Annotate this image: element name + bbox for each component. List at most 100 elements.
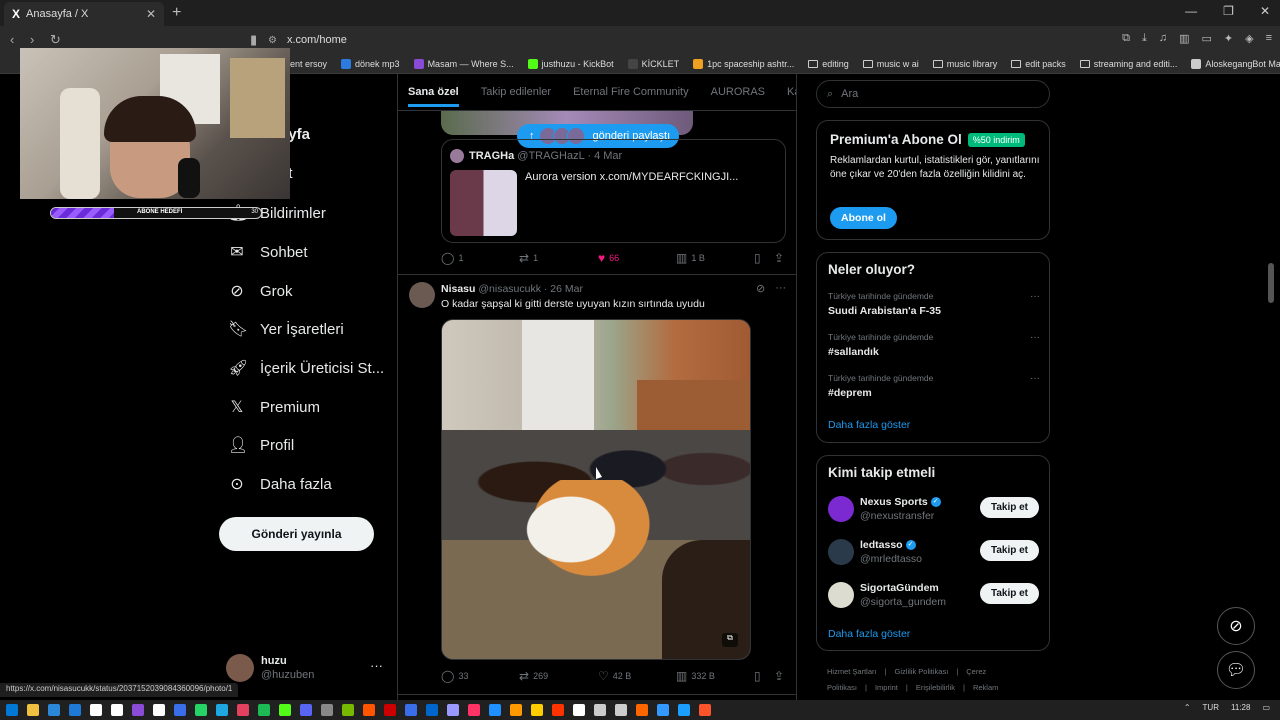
trend-item[interactable]: Türkiye tarihinde gündemde #deprem ··· (828, 373, 1040, 399)
close-window-button[interactable]: ✕ (1260, 4, 1270, 18)
vpn-icon[interactable]: ◈ (1245, 32, 1253, 45)
downloads-icon[interactable]: ⤓ (1142, 32, 1147, 45)
reply-button[interactable]: ◯ 1 (441, 251, 463, 265)
tab-3[interactable]: AURORAS (711, 86, 765, 98)
repost-button[interactable]: ⇄ 1 (519, 251, 538, 265)
tab-0[interactable]: Sana özel (408, 77, 459, 107)
taskbar-app-icon[interactable] (384, 704, 396, 716)
nav-item-i-erik-reticisi-st-[interactable]: 🚀︎ İçerik Üreticisi St... (228, 358, 384, 378)
messages-fab[interactable]: 💬︎ (1217, 651, 1255, 689)
bookmark-item[interactable]: KİCKLET (627, 58, 679, 69)
taskbar-app-icon[interactable] (216, 704, 228, 716)
leo-icon[interactable]: ✦ (1224, 32, 1233, 45)
minimize-button[interactable]: — (1185, 4, 1197, 18)
like-button[interactable]: ♡ 42 B (598, 669, 631, 683)
start-icon[interactable] (6, 704, 18, 716)
taskbar-app-icon[interactable] (111, 704, 123, 716)
like-button[interactable]: ♥ 66 (598, 251, 619, 265)
follow-button[interactable]: Takip et (980, 497, 1039, 518)
tab-2[interactable]: Eternal Fire Community (573, 86, 689, 98)
tweet-author-handle[interactable]: @nisasucukk (478, 283, 541, 295)
taskbar-app-icon[interactable] (699, 704, 711, 716)
taskbar-app-icon[interactable] (153, 704, 165, 716)
trends-show-more[interactable]: Daha fazla göster (828, 419, 910, 431)
taskbar-app-icon[interactable] (342, 704, 354, 716)
site-info-icon[interactable]: ⚙ (268, 35, 277, 46)
more-icon[interactable]: ··· (1030, 291, 1040, 302)
trend-item[interactable]: Türkiye tarihinde gündemde #sallandık ··· (828, 332, 1040, 358)
footer-link[interactable]: Gizlilik Politikası (895, 667, 949, 676)
bookmark-item[interactable]: editing (808, 59, 849, 69)
footer-link[interactable]: Imprint (875, 683, 898, 692)
browser-tab[interactable]: X Anasayfa / X ✕ (4, 2, 164, 26)
bookmark-item[interactable]: dönek mp3 (341, 58, 400, 69)
taskbar-app-icon[interactable] (447, 704, 459, 716)
bookmark-item[interactable]: edit packs (1011, 59, 1066, 69)
bookmark-item[interactable]: ent ersoy (290, 59, 327, 69)
bookmark-item[interactable]: 1pc spaceship ashtr... (693, 58, 794, 69)
reply-button[interactable]: ◯ 33 (441, 669, 468, 683)
nav-item-daha-fazla[interactable]: ⊙ Daha fazla (228, 474, 331, 494)
taskbar-app-icon[interactable] (678, 704, 690, 716)
subscribe-button[interactable]: Abone ol (830, 207, 897, 229)
tweet-author-name[interactable]: Nisasu (441, 283, 475, 295)
taskbar-app-icon[interactable] (363, 704, 375, 716)
follow-button[interactable]: Takip et (980, 583, 1039, 604)
grok-fab[interactable]: ⊘ (1217, 607, 1255, 645)
taskbar-app-icon[interactable] (426, 704, 438, 716)
taskbar-app-icon[interactable] (174, 704, 186, 716)
bookmark-item[interactable]: music library (932, 59, 997, 69)
wallet-icon[interactable]: ▭ (1201, 32, 1211, 45)
taskbar-app-icon[interactable] (132, 704, 144, 716)
more-icon[interactable]: ··· (775, 282, 786, 295)
taskbar-app-icon[interactable] (69, 704, 81, 716)
share-button[interactable]: ⇪ (774, 251, 784, 265)
taskbar-app-icon[interactable] (195, 704, 207, 716)
bookmark-button[interactable]: ▯ (754, 669, 761, 683)
more-icon[interactable]: ··· (1030, 373, 1040, 384)
follow-show-more[interactable]: Daha fazla göster (828, 628, 910, 640)
media-icon[interactable]: ♫ (1159, 32, 1167, 45)
account-switcher[interactable]: huzu @huzuben ··· (226, 652, 386, 684)
grok-icon[interactable]: ⊘ (756, 282, 765, 295)
taskbar-app-icon[interactable] (510, 704, 522, 716)
views-button[interactable]: ▥ 1 B (676, 251, 705, 265)
taskbar-app-icon[interactable] (300, 704, 312, 716)
taskbar-app-icon[interactable] (594, 704, 606, 716)
taskbar-app-icon[interactable] (531, 704, 543, 716)
taskbar-app-icon[interactable] (573, 704, 585, 716)
bookmark-item[interactable]: music w ai (862, 59, 919, 69)
sidebar-icon[interactable]: ▥ (1179, 32, 1189, 45)
follow-suggestion[interactable]: Nexus Sports ✓ @nexustransfer Takip et (828, 496, 1040, 526)
nav-item-premium[interactable]: 𝕏 Premium (228, 397, 320, 417)
new-tab-button[interactable]: + (172, 4, 181, 22)
footer-link[interactable]: Hizmet Şartları (827, 667, 877, 676)
quote-thumbnail[interactable] (450, 170, 517, 236)
bookmark-item[interactable]: Masam — Where S... (413, 58, 514, 69)
tab-1[interactable]: Takip edilenler (481, 86, 551, 98)
taskbar-app-icon[interactable] (615, 704, 627, 716)
bookmark-button[interactable]: ▯ (754, 251, 761, 265)
taskbar-app-icon[interactable] (657, 704, 669, 716)
maximize-button[interactable]: ❐ (1223, 4, 1234, 18)
views-button[interactable]: ▥ 332 B (676, 669, 715, 683)
clock[interactable]: 11:28 (1231, 703, 1250, 712)
taskbar-app-icon[interactable] (279, 704, 291, 716)
back-icon[interactable]: ‹ (10, 32, 14, 47)
reload-icon[interactable]: ↻ (50, 32, 61, 48)
more-icon[interactable]: ··· (1030, 332, 1040, 343)
more-icon[interactable]: ··· (370, 658, 383, 673)
bookmark-item[interactable]: streaming and editi... (1079, 59, 1177, 69)
extensions-icon[interactable]: ⧉ (1122, 32, 1130, 45)
menu-icon[interactable]: ≡ (1266, 32, 1272, 45)
close-tab-icon[interactable]: ✕ (146, 7, 156, 21)
image-options-icon[interactable]: ⧉ (722, 633, 738, 647)
search-box[interactable]: ⌕ Ara (816, 80, 1050, 108)
trend-item[interactable]: Türkiye tarihinde gündemde Suudi Arabista… (828, 291, 1040, 317)
tweet-date[interactable]: · 26 Mar (544, 283, 583, 295)
bookmark-item[interactable]: AloskegangBot Mar... (1191, 58, 1280, 69)
address-bar[interactable]: ⚙ x.com/home (268, 30, 988, 50)
forward-icon[interactable]: › (30, 32, 34, 47)
avatar[interactable] (409, 282, 435, 308)
nav-item-grok[interactable]: ⊘ Grok (228, 281, 292, 301)
